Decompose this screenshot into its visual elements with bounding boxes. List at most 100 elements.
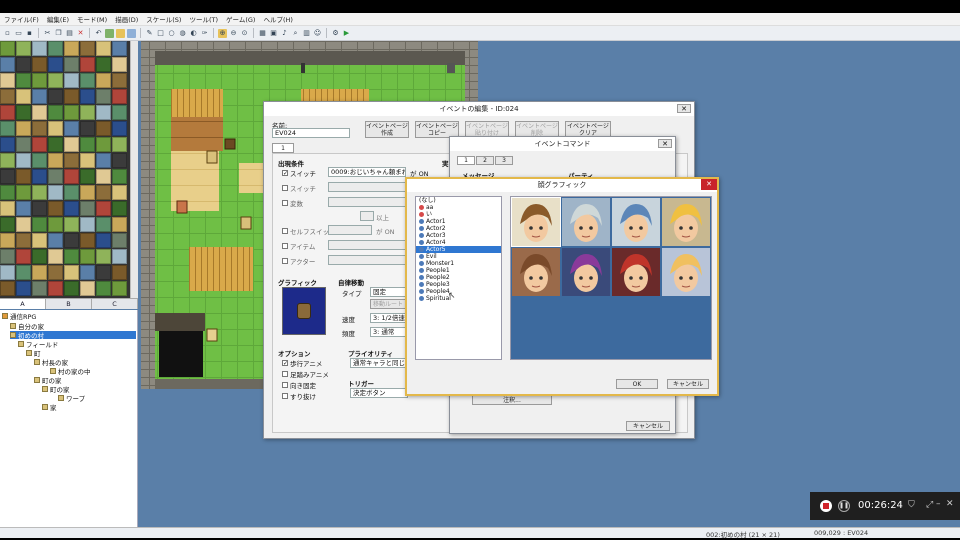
- switch-checkbox[interactable]: ✓ スイッチ: [282, 168, 316, 178]
- cut-icon[interactable]: ✂: [43, 29, 52, 38]
- tile[interactable]: [112, 185, 127, 200]
- tile[interactable]: [32, 281, 47, 296]
- settings-gear-icon[interactable]: ⚙: [331, 29, 340, 38]
- menu-item[interactable]: ヘルプ(H): [259, 14, 296, 24]
- palette-scrollbar[interactable]: [130, 41, 138, 298]
- tile[interactable]: [80, 41, 95, 56]
- face-portrait[interactable]: [511, 197, 561, 247]
- tile[interactable]: [112, 57, 127, 72]
- tile[interactable]: [16, 185, 31, 200]
- tile[interactable]: [48, 73, 63, 88]
- tile[interactable]: [0, 57, 15, 72]
- tile[interactable]: [64, 281, 79, 296]
- tile[interactable]: [64, 73, 79, 88]
- face-list-item[interactable]: Evil: [416, 253, 501, 260]
- shield-icon[interactable]: ⛉: [908, 500, 915, 510]
- tile[interactable]: [64, 169, 79, 184]
- tile[interactable]: [48, 137, 63, 152]
- zoom-out-icon[interactable]: ⊖: [229, 29, 238, 38]
- tile[interactable]: [16, 57, 31, 72]
- tile[interactable]: [64, 185, 79, 200]
- tile[interactable]: [48, 57, 63, 72]
- event-name-input[interactable]: EV024: [272, 128, 350, 138]
- move-type-select[interactable]: 固定: [370, 287, 406, 297]
- face-portrait[interactable]: [662, 198, 710, 246]
- trigger-select[interactable]: 決定ボタン: [350, 388, 408, 398]
- event-mode-icon[interactable]: [116, 28, 125, 38]
- tile[interactable]: [16, 249, 31, 264]
- tile[interactable]: [16, 265, 31, 280]
- tile[interactable]: [48, 41, 63, 56]
- face-list-item[interactable]: Actor2: [416, 225, 501, 232]
- paste-icon[interactable]: ▤: [65, 29, 74, 38]
- tile[interactable]: [32, 89, 47, 104]
- tile[interactable]: [0, 169, 15, 184]
- tile[interactable]: [64, 265, 79, 280]
- tile[interactable]: [0, 249, 15, 264]
- tile[interactable]: [32, 233, 47, 248]
- tile[interactable]: [96, 217, 111, 232]
- tile[interactable]: [64, 105, 79, 120]
- stop-record-button[interactable]: [820, 500, 832, 512]
- face-file-list[interactable]: (なし) aa い Actor1 Actor2 Actor3 Actor4 Actor5 Evi…: [415, 196, 502, 360]
- tile[interactable]: [80, 73, 95, 88]
- tile[interactable]: [112, 153, 127, 168]
- move-route-button[interactable]: 移動ルート: [370, 299, 406, 309]
- save-project-icon[interactable]: ▪: [25, 29, 34, 38]
- palette-tab-b[interactable]: B: [46, 299, 92, 309]
- tree-item-map-selected[interactable]: 初めの村: [10, 331, 136, 340]
- menu-item[interactable]: スケール(S): [142, 14, 185, 24]
- comment-button[interactable]: 注釈...: [472, 395, 552, 405]
- tile[interactable]: [64, 41, 79, 56]
- tile[interactable]: [32, 73, 47, 88]
- resource-manager-icon[interactable]: ▥: [302, 29, 311, 38]
- tile[interactable]: [0, 217, 15, 232]
- tile[interactable]: [64, 121, 79, 136]
- menu-item[interactable]: 描画(D): [111, 14, 142, 24]
- tile[interactable]: [112, 217, 127, 232]
- tile[interactable]: [64, 217, 79, 232]
- fill-icon[interactable]: ◍: [178, 29, 187, 38]
- menu-item[interactable]: ファイル(F): [0, 14, 43, 24]
- tile[interactable]: [64, 137, 79, 152]
- face-list-item[interactable]: People3: [416, 281, 501, 288]
- tile[interactable]: [0, 121, 15, 136]
- tile[interactable]: [16, 217, 31, 232]
- tile[interactable]: [112, 249, 127, 264]
- tree-item-map[interactable]: 村長の家: [34, 358, 68, 367]
- rectangle-icon[interactable]: □: [156, 29, 165, 38]
- tab-page-1[interactable]: 1: [272, 143, 294, 153]
- tile[interactable]: [48, 185, 63, 200]
- face-list-item[interactable]: People2: [416, 274, 501, 281]
- tile[interactable]: [112, 121, 127, 136]
- tile[interactable]: [112, 137, 127, 152]
- create-page-button[interactable]: イベントページ 作成: [365, 121, 409, 138]
- tile[interactable]: [96, 249, 111, 264]
- region-mode-icon[interactable]: [127, 28, 136, 38]
- face-list-item[interactable]: (なし): [416, 197, 501, 204]
- stepping-anim-checkbox[interactable]: 足踏みアニメ: [282, 369, 329, 379]
- tile[interactable]: [80, 185, 95, 200]
- tile[interactable]: [96, 201, 111, 216]
- face-list-item[interactable]: People4: [416, 288, 501, 295]
- delete-icon[interactable]: ✕: [76, 29, 85, 38]
- event-search-icon[interactable]: ⌕: [291, 29, 300, 38]
- tile[interactable]: [64, 89, 79, 104]
- tile[interactable]: [32, 57, 47, 72]
- tile[interactable]: [48, 201, 63, 216]
- palette-tab-c[interactable]: C: [92, 299, 138, 309]
- close-button[interactable]: ✕: [658, 139, 672, 148]
- tree-item-map[interactable]: 町: [26, 349, 41, 358]
- tile[interactable]: [80, 281, 95, 296]
- minimize-icon[interactable]: –: [936, 499, 941, 509]
- tile[interactable]: [112, 89, 127, 104]
- tree-item-map[interactable]: ワープ: [58, 394, 85, 403]
- tile[interactable]: [32, 185, 47, 200]
- tile[interactable]: [112, 169, 127, 184]
- playtest-icon[interactable]: ▶: [342, 29, 351, 38]
- tile[interactable]: [96, 281, 111, 296]
- tile[interactable]: [64, 57, 79, 72]
- face-list-item[interactable]: Actor4: [416, 239, 501, 246]
- tile[interactable]: [96, 169, 111, 184]
- palette-tab-a[interactable]: A: [0, 299, 46, 309]
